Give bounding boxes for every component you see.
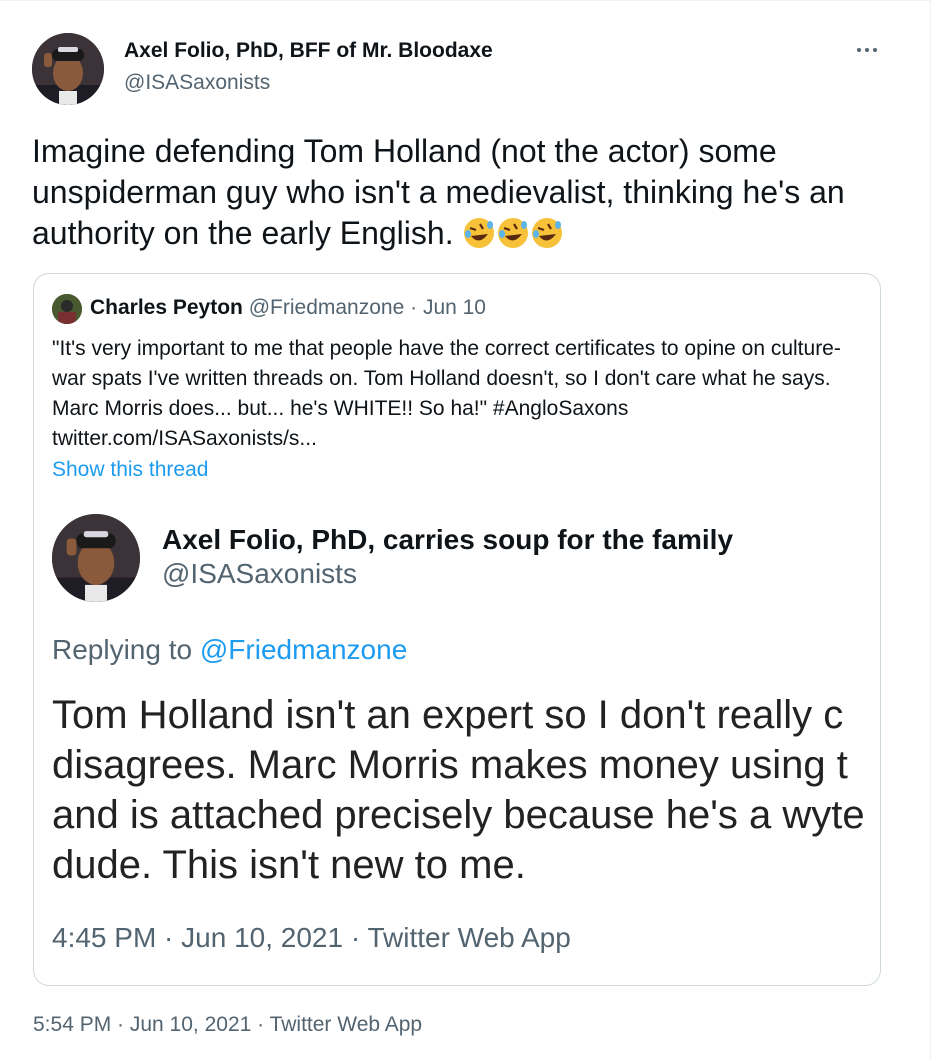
quote-author-meta: @Friedmanzone · Jun 10 (242, 296, 486, 319)
embedded-author-handle: @ISASaxonists (162, 558, 357, 589)
quote-text: "It's very important to me that people h… (52, 337, 841, 450)
embedded-author-name: Axel Folio, PhD, carries soup for the fa… (162, 524, 734, 555)
tweet-text: Imagine defending Tom Holland (not the a… (32, 131, 892, 254)
embedded-author-avatar (52, 514, 140, 602)
more-options-icon[interactable] (850, 39, 884, 61)
embedded-tweet-image: Axel Folio, PhD, carries soup for the fa… (34, 494, 880, 985)
tweet-body: Imagine defending Tom Holland (not the a… (32, 133, 845, 251)
tweet-card: Axel Folio, PhD, BFF of Mr. Bloodaxe @IS… (0, 0, 931, 1060)
quoted-tweet[interactable]: Charles Peyton @Friedmanzone · Jun 10 "I… (33, 273, 881, 986)
embedded-timestamp: 4:45 PM · Jun 10, 2021 · Twitter Web App (52, 922, 571, 953)
author-name[interactable]: Axel Folio, PhD, BFF of Mr. Bloodaxe (124, 39, 493, 63)
rolling-on-floor-laughing-icon (462, 216, 496, 250)
author-avatar[interactable] (32, 33, 104, 105)
rolling-on-floor-laughing-icon (530, 216, 564, 250)
embedded-tweet-text: Tom Holland isn't an expert so I don't r… (52, 693, 865, 887)
quote-header: Charles Peyton @Friedmanzone · Jun 10 (90, 296, 486, 320)
quote-author-avatar[interactable] (52, 294, 82, 324)
replying-to-mention: @Friedmanzone (199, 634, 408, 665)
embedded-replying-to: Replying to @Friedmanzone (52, 634, 407, 666)
rolling-on-floor-laughing-icon (496, 216, 530, 250)
author-handle[interactable]: @ISASaxonists (124, 71, 270, 95)
replying-prefix: Replying to (52, 634, 200, 665)
quote-author-name[interactable]: Charles Peyton (90, 296, 243, 319)
tweet-timestamp[interactable]: 5:54 PM · Jun 10, 2021 · Twitter Web App (33, 1013, 422, 1037)
show-thread-link[interactable]: Show this thread (52, 458, 208, 482)
